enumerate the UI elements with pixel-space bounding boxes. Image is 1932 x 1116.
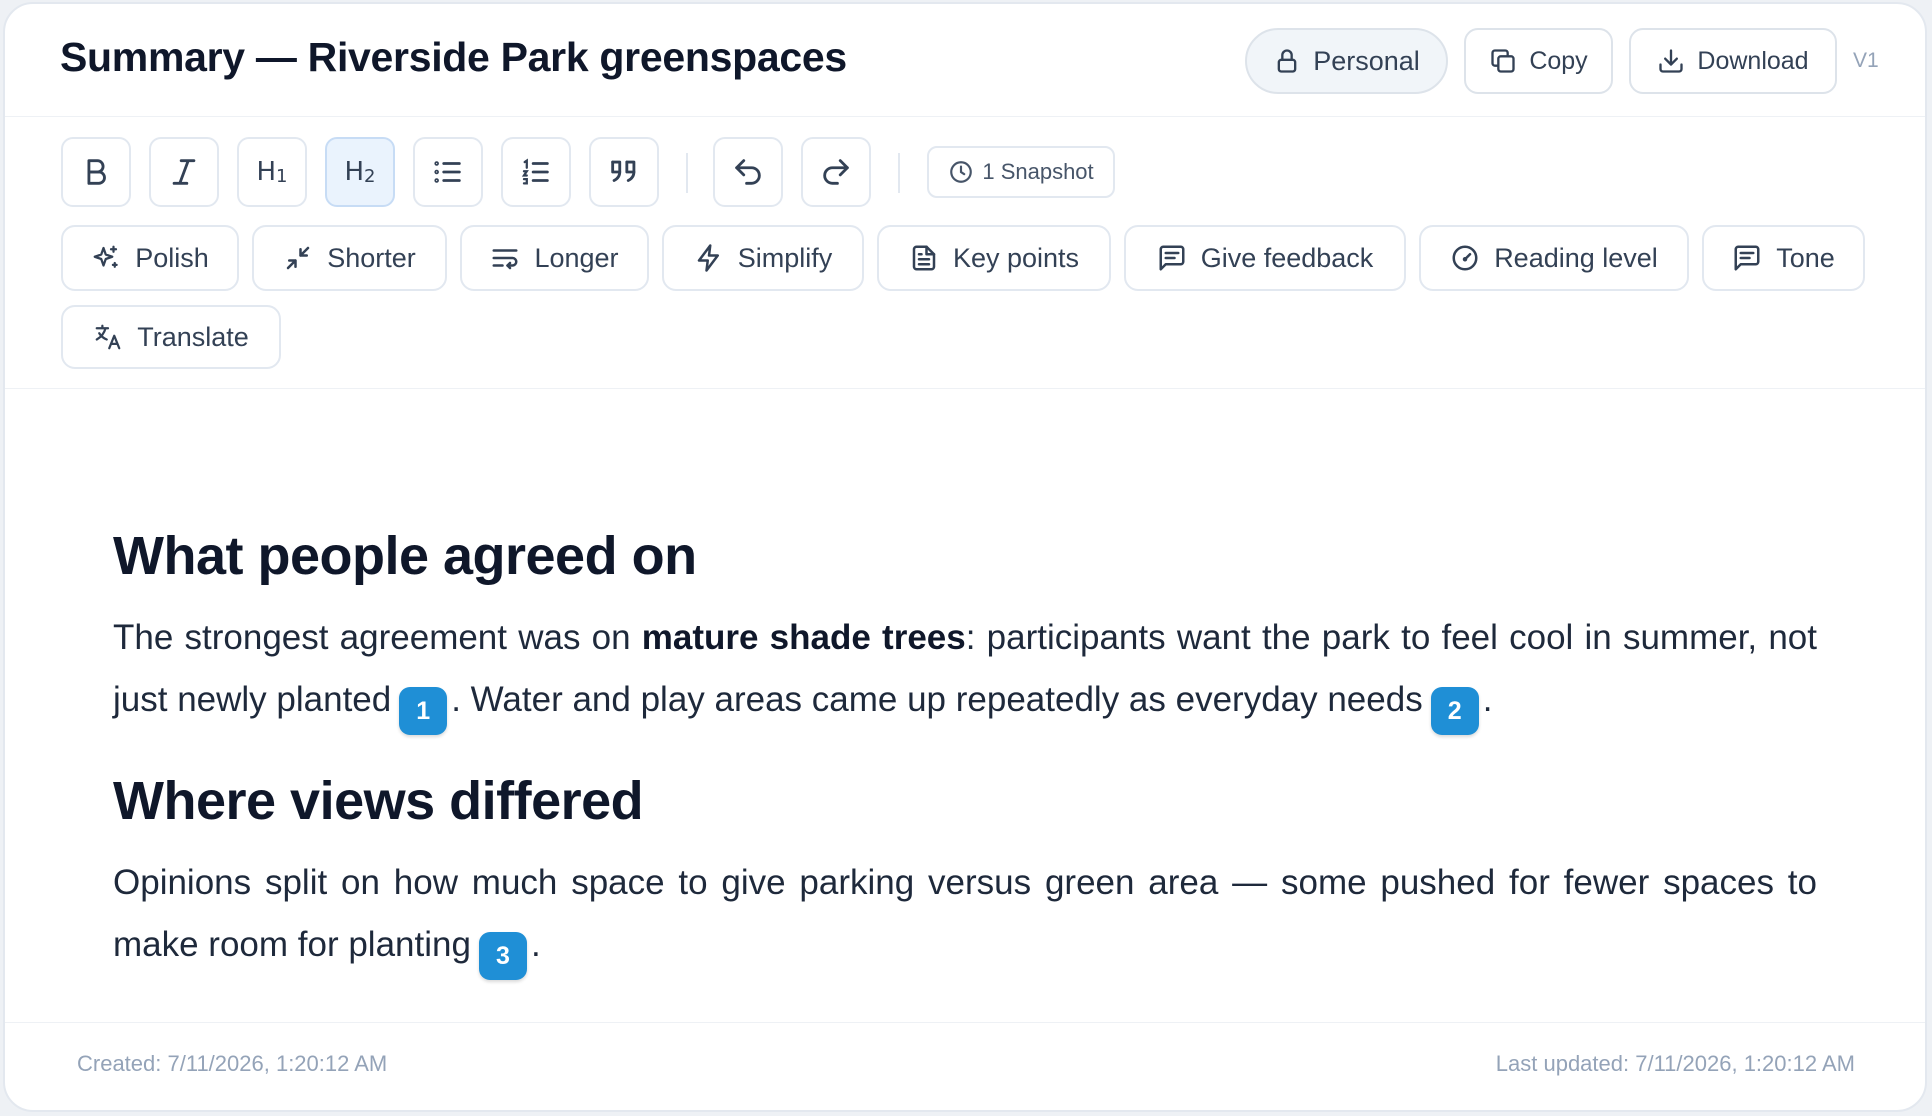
paragraph: Opinions split on how much space to give… — [113, 852, 1817, 980]
section-heading: Where views differed — [113, 771, 644, 831]
personal-label: Personal — [1313, 45, 1420, 76]
longer-label: Longer — [534, 242, 619, 273]
undo-button[interactable] — [713, 137, 783, 207]
heading-2-label: H2 — [344, 157, 376, 187]
bullet-list-icon — [434, 161, 461, 183]
gauge-icon — [1452, 245, 1478, 271]
lightning-icon — [697, 244, 719, 272]
citation-badge[interactable]: 2 — [1430, 687, 1479, 735]
download-label: Download — [1697, 46, 1809, 75]
version-badge: V1 — [1853, 49, 1879, 72]
copy-button[interactable]: Copy — [1464, 28, 1613, 94]
copy-label: Copy — [1529, 46, 1588, 75]
download-button[interactable]: Download — [1629, 28, 1837, 94]
document-body[interactable]: What people agreed on The strongest agre… — [113, 389, 1817, 980]
section-heading: What people agreed on — [113, 526, 697, 586]
shorter-label: Shorter — [327, 242, 416, 273]
message-icon — [1734, 245, 1760, 271]
redo-button[interactable] — [801, 137, 871, 207]
download-icon — [1659, 49, 1684, 73]
minimize-icon — [286, 246, 310, 270]
page-title: Summary — Riverside Park greenspaces — [60, 34, 847, 80]
polish-button[interactable]: Polish — [61, 225, 239, 291]
editor-header: Summary — Riverside Park greenspaces Per… — [5, 4, 1925, 117]
sparkles-icon — [93, 245, 118, 268]
bold-text: mature shade trees — [641, 618, 966, 657]
bold-icon — [87, 159, 106, 185]
visibility-personal-button[interactable]: Personal — [1245, 28, 1448, 94]
undo-icon — [735, 159, 761, 185]
numbered-list-button[interactable] — [501, 137, 571, 207]
tone-button[interactable]: Tone — [1702, 225, 1865, 291]
document-icon — [912, 245, 936, 271]
heading-1-button[interactable]: H1 — [237, 137, 307, 207]
copy-icon — [1491, 49, 1515, 73]
toolbar: H1 H2 1 Snapshot Polish Shorter Longer S… — [5, 117, 1925, 389]
editor-footer: Created: 7/11/2026, 1:20:12 AM Last upda… — [5, 1022, 1925, 1110]
tone-label: Tone — [1776, 242, 1835, 273]
bold-button[interactable] — [61, 137, 131, 207]
translate-button[interactable]: Translate — [61, 305, 281, 369]
snapshot-label: 1 Snapshot — [982, 159, 1094, 184]
quote-button[interactable] — [589, 137, 659, 207]
text-wrap-icon — [492, 249, 518, 270]
clock-icon — [950, 161, 973, 183]
citation-badge[interactable]: 1 — [399, 687, 448, 735]
translate-label: Translate — [137, 321, 249, 352]
give-feedback-label: Give feedback — [1200, 242, 1374, 273]
simplify-button[interactable]: Simplify — [662, 225, 864, 291]
toolbar-divider — [686, 153, 688, 193]
citation-badge[interactable]: 3 — [478, 932, 527, 980]
italic-icon — [172, 159, 196, 185]
paragraph: The strongest agreement was on mature sh… — [113, 607, 1817, 735]
message-icon — [1159, 245, 1185, 271]
lock-icon — [1277, 49, 1297, 73]
editor-card: Summary — Riverside Park greenspaces Per… — [3, 2, 1927, 1112]
longer-button[interactable]: Longer — [460, 225, 649, 291]
shorter-button[interactable]: Shorter — [252, 225, 447, 291]
italic-button[interactable] — [149, 137, 219, 207]
give-feedback-button[interactable]: Give feedback — [1124, 225, 1406, 291]
toolbar-divider — [898, 153, 900, 193]
updated-timestamp: Last updated: 7/11/2026, 1:20:12 AM — [1495, 1051, 1855, 1076]
heading-2-button[interactable]: H2 — [325, 137, 395, 207]
created-timestamp: Created: 7/11/2026, 1:20:12 AM — [77, 1051, 388, 1076]
redo-icon — [823, 159, 849, 185]
polish-label: Polish — [135, 242, 209, 273]
heading-1-label: H1 — [256, 157, 288, 187]
reading-level-label: Reading level — [1494, 242, 1658, 273]
key-points-button[interactable]: Key points — [877, 225, 1111, 291]
key-points-label: Key points — [952, 242, 1080, 273]
quote-icon — [611, 160, 636, 182]
numbered-list-icon — [521, 158, 549, 185]
simplify-label: Simplify — [737, 242, 833, 273]
snapshot-button[interactable]: 1 Snapshot — [927, 146, 1115, 198]
reading-level-button[interactable]: Reading level — [1419, 225, 1689, 291]
bullet-list-button[interactable] — [413, 137, 483, 207]
translate-icon — [95, 324, 121, 350]
